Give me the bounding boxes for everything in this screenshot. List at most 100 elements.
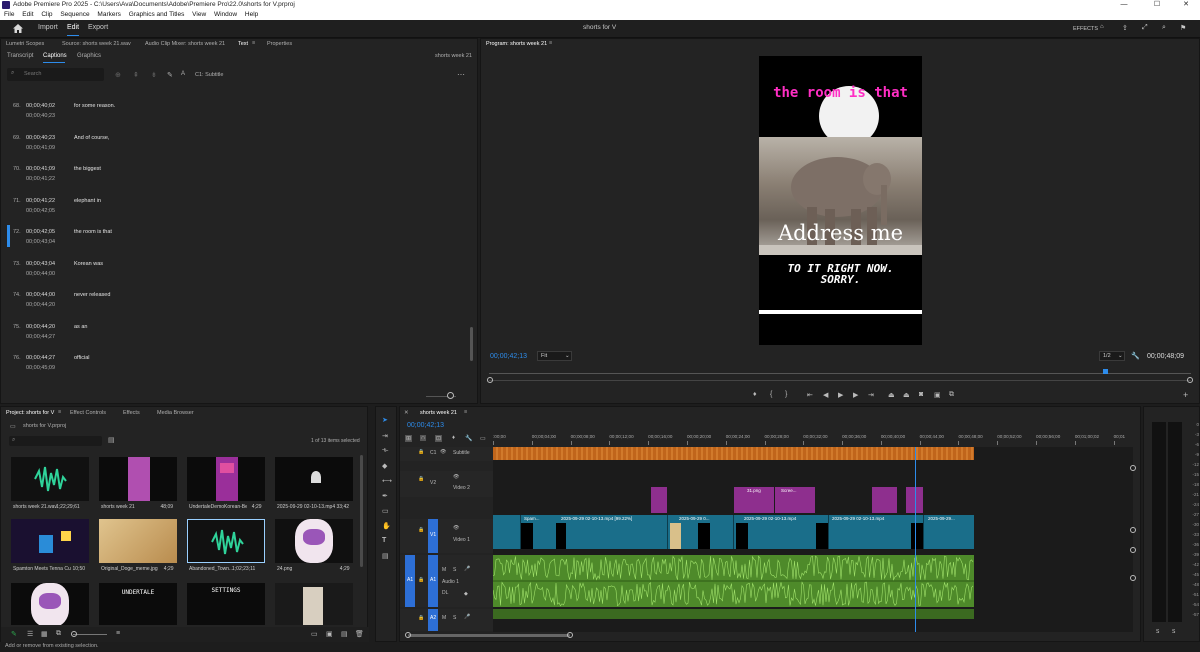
- thumbnail-size-slider[interactable]: [73, 634, 107, 635]
- caption-text[interactable]: the biggest: [74, 166, 101, 172]
- captions-scrollbar[interactable]: [470, 327, 473, 361]
- go-to-out-icon[interactable]: ⇥: [868, 391, 874, 399]
- sort-icon[interactable]: ≡: [116, 630, 120, 637]
- lock-icon[interactable]: 🔒: [418, 577, 424, 583]
- a2-clip[interactable]: [493, 609, 974, 619]
- tab-edit[interactable]: Edit: [67, 24, 79, 31]
- icon-view-icon[interactable]: ▦: [41, 630, 48, 638]
- razor-tool-icon[interactable]: ◆: [382, 462, 387, 470]
- caption-row[interactable]: 76. 00;00;44;27 00;00;45;09 official: [9, 351, 469, 381]
- project-item-thumbnail[interactable]: [11, 583, 89, 625]
- video-frame[interactable]: the room is that Address me TO IT RIGHT …: [759, 56, 922, 345]
- step-forward-icon[interactable]: ▶: [853, 391, 858, 399]
- workspaces-icon[interactable]: ⌂: [1100, 24, 1104, 30]
- edit-pencil-icon[interactable]: ✎: [11, 630, 17, 638]
- caption-text[interactable]: for some reason.: [74, 103, 115, 109]
- track-select-tool-icon[interactable]: ⇥: [382, 432, 388, 440]
- solo-button[interactable]: S: [453, 567, 456, 573]
- tab-properties[interactable]: Properties: [267, 41, 292, 47]
- search-input[interactable]: ⌕ Search: [7, 68, 104, 81]
- menu-markers[interactable]: Markers: [97, 11, 120, 18]
- meter-solo-right[interactable]: S: [1172, 629, 1175, 635]
- project-item-thumbnail[interactable]: [187, 457, 265, 501]
- tab-media-browser[interactable]: Media Browser: [157, 410, 194, 416]
- project-item-thumbnail[interactable]: [11, 519, 89, 563]
- caption-text[interactable]: elephant in: [74, 198, 101, 204]
- subtab-captions[interactable]: Captions: [43, 53, 67, 59]
- project-item-thumbnail[interactable]: [11, 457, 89, 501]
- tab-import[interactable]: Import: [38, 24, 58, 31]
- tab-source[interactable]: Source: shorts week 21.wav: [62, 41, 131, 47]
- microphone-icon[interactable]: 🎤: [464, 566, 470, 572]
- mark-out-icon[interactable]: }: [785, 391, 787, 398]
- menu-sequence[interactable]: Sequence: [60, 11, 89, 18]
- caption-text[interactable]: Korean was: [74, 261, 103, 267]
- meter-solo-left[interactable]: S: [1156, 629, 1159, 635]
- keyframe-nav-icon[interactable]: ◆: [464, 591, 468, 597]
- caption-text[interactable]: official: [74, 355, 90, 361]
- split-caption-icon[interactable]: ⇞: [133, 71, 139, 79]
- nest-toggle-icon[interactable]: ⊞: [405, 435, 413, 442]
- resolution-dropdown[interactable]: 1/2 ⌄: [1099, 351, 1125, 361]
- project-item-thumbnail[interactable]: [99, 519, 177, 563]
- caption-text[interactable]: the room is that: [74, 229, 112, 235]
- time-ruler[interactable]: :00;00 00;00;04;00 00;00;08;00 00;00;12;00 0…: [493, 433, 1133, 445]
- lock-icon[interactable]: 🔒: [418, 615, 424, 621]
- v1-clip[interactable]: [493, 515, 520, 549]
- selection-tool-icon[interactable]: ➤: [382, 416, 388, 424]
- lock-icon[interactable]: 🔒: [418, 449, 424, 455]
- extract-icon[interactable]: ⏏: [903, 391, 910, 399]
- panel-menu-icon[interactable]: ≡: [252, 40, 255, 46]
- v2-clip[interactable]: [872, 487, 897, 513]
- menu-window[interactable]: Window: [214, 11, 237, 18]
- thumbnail-size-thumb[interactable]: [71, 631, 77, 637]
- pencil-icon[interactable]: ✎: [167, 71, 173, 79]
- v2-clip[interactable]: 31.png: [734, 487, 774, 513]
- caption-row[interactable]: 69. 00;00;40;23 00;00;41;09 And of course,: [9, 131, 469, 161]
- step-back-icon[interactable]: ◀: [823, 391, 828, 399]
- subtab-transcript[interactable]: Transcript: [7, 53, 33, 59]
- list-view-icon[interactable]: ☰: [27, 630, 33, 638]
- mark-in-icon[interactable]: {: [770, 391, 772, 398]
- sequence-tab[interactable]: shorts week 21: [420, 410, 457, 416]
- program-scrubber[interactable]: [487, 369, 1193, 383]
- tab-lumetri-scopes[interactable]: Lumetri Scopes: [6, 41, 44, 47]
- caption-row[interactable]: 71. 00;00;41;22 00;00;42;05 elephant in: [9, 194, 469, 224]
- eye-icon[interactable]: 👁: [440, 449, 446, 455]
- close-icon[interactable]: ✕: [404, 410, 409, 416]
- mute-button[interactable]: M: [442, 615, 446, 621]
- merge-caption-icon[interactable]: ⇟: [151, 71, 157, 79]
- playhead-line[interactable]: [915, 447, 916, 632]
- eye-icon[interactable]: 👁: [453, 474, 459, 480]
- rectangle-tool-icon[interactable]: ▭: [382, 507, 389, 515]
- go-to-in-icon[interactable]: ⇤: [807, 391, 813, 399]
- v1-clip[interactable]: 2025-09-29 02-10-13.mp4: [828, 515, 923, 549]
- v2-clip[interactable]: Scree...: [775, 487, 815, 513]
- hand-tool-icon[interactable]: ✋: [382, 522, 391, 530]
- panel-menu-icon[interactable]: ≡: [464, 409, 467, 415]
- fullscreen-icon[interactable]: ⤢: [1142, 24, 1148, 32]
- solo-button[interactable]: S: [453, 615, 456, 621]
- project-search-input[interactable]: ⌕: [9, 436, 102, 446]
- export-frame-icon[interactable]: ◙: [919, 391, 923, 398]
- slip-tool-icon[interactable]: ⟷: [382, 477, 392, 485]
- freeform-view-icon[interactable]: ⧉: [56, 630, 61, 638]
- notifications-icon[interactable]: ⚑: [1180, 24, 1186, 32]
- eye-icon[interactable]: 👁: [453, 525, 459, 531]
- effects-label[interactable]: EFFECTS: [1073, 26, 1098, 32]
- pen-tool-icon[interactable]: ✒: [382, 492, 388, 500]
- snap-icon[interactable]: ∩: [420, 435, 427, 441]
- caption-text[interactable]: as an: [74, 324, 87, 330]
- share-icon[interactable]: ⇪: [1122, 24, 1128, 32]
- caption-row[interactable]: 72. 00;00;42;05 00;00;43;04 the room is tha…: [7, 225, 469, 255]
- a1-clips[interactable]: [493, 555, 974, 607]
- subtitle-clips[interactable]: [493, 447, 974, 460]
- project-item-thumbnail[interactable]: [275, 519, 353, 563]
- new-bin-icon[interactable]: ▭: [311, 630, 318, 638]
- timeline-settings-icon[interactable]: 🔧: [465, 435, 472, 442]
- search-icon[interactable]: ⌕: [1162, 24, 1166, 32]
- timeline-timecode[interactable]: 00;00;42;13: [407, 422, 444, 429]
- v1-clip[interactable]: 2025-09-29...: [923, 515, 974, 549]
- new-item-icon[interactable]: ▣: [326, 630, 333, 638]
- maximize-button[interactable]: ☐: [1143, 0, 1171, 10]
